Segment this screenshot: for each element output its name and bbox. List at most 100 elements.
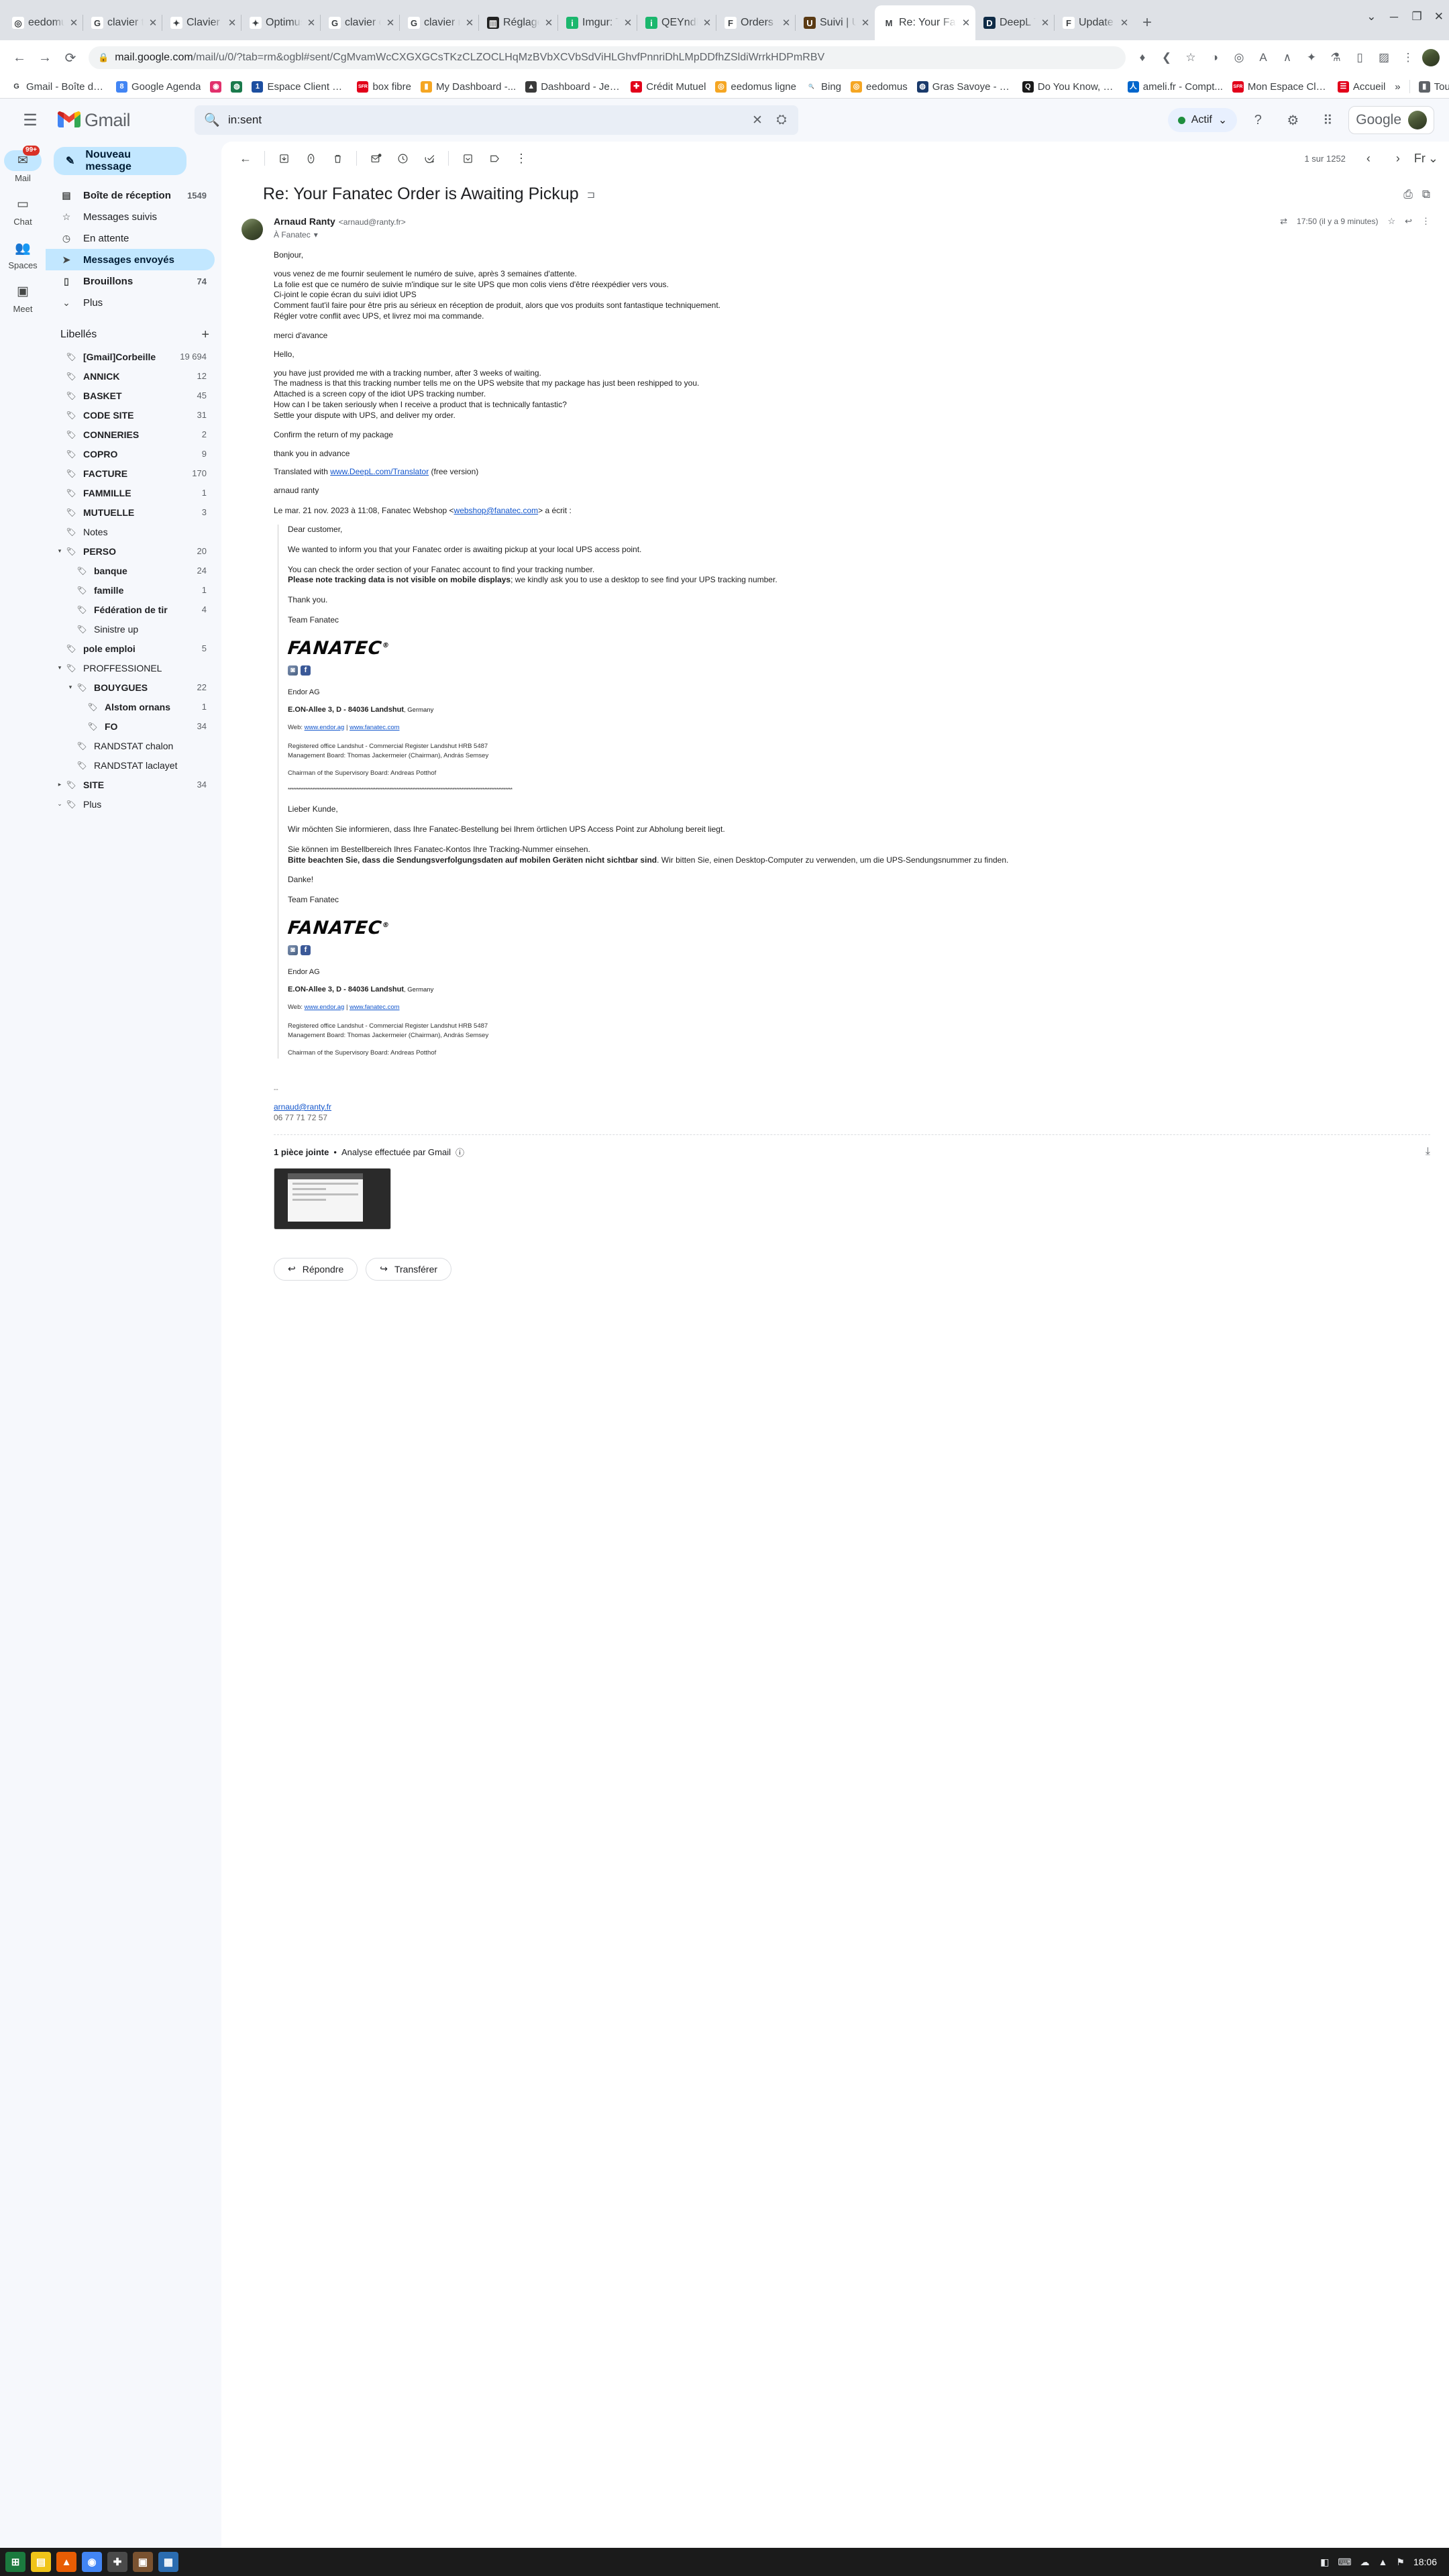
archive-icon[interactable] [270, 145, 297, 172]
next-message-icon[interactable]: › [1385, 145, 1411, 172]
browser-action-icon[interactable]: ▨ [1373, 46, 1395, 69]
back-icon[interactable]: ← [7, 45, 32, 70]
rail-item-spaces[interactable]: 👥 Spaces [2, 234, 44, 274]
endor-link-2[interactable]: www.endor.ag [305, 1004, 345, 1011]
bookmarks-overflow-button[interactable]: » [1390, 79, 1405, 95]
rail-item-meet[interactable]: ▣ Meet [2, 278, 44, 317]
label-item[interactable]: ▾ 🏷 BOUYGUES 22 [46, 678, 215, 697]
facebook-icon[interactable]: f [301, 665, 311, 676]
label-item[interactable]: 🏷 COPRO 9 [46, 444, 215, 464]
more-options-icon[interactable]: ⋮ [508, 145, 535, 172]
media-icon[interactable]: ▣ [133, 2552, 153, 2572]
star-icon[interactable]: ☆ [1387, 216, 1395, 227]
bookmark-item[interactable]: 8 Google Agenda [111, 79, 205, 95]
chrome-icon[interactable]: ◉ [82, 2552, 102, 2572]
close-tab-icon[interactable]: ✕ [385, 17, 396, 29]
prev-message-icon[interactable]: ‹ [1355, 145, 1382, 172]
browser-action-icon[interactable]: A [1252, 46, 1275, 69]
gear-icon[interactable]: ⚙ [1279, 106, 1307, 134]
bookmark-item[interactable]: ▲ Dashboard - Jee... [521, 79, 626, 95]
tray-icon-flag[interactable]: ⚑ [1396, 2557, 1405, 2568]
forward-button[interactable]: ↪ Transférer [366, 1257, 452, 1281]
reply-icon[interactable]: ↩ [1405, 216, 1412, 227]
rail-item-mail[interactable]: ✉ 99+ Mail [2, 146, 44, 186]
browser-tab[interactable]: F Orders | Cus ✕ [716, 5, 796, 40]
label-item[interactable]: 🏷 CONNERIES 2 [46, 425, 215, 444]
browser-action-icon[interactable]: ♦ [1131, 46, 1154, 69]
bookmark-item[interactable]: ✚ Crédit Mutuel [626, 79, 710, 95]
browser-tab[interactable]: Gclavier touc ✕ [83, 5, 162, 40]
browser-action-icon[interactable]: ∧ [1276, 46, 1299, 69]
download-all-icon[interactable]: ⤓ [1426, 1146, 1430, 1158]
label-item[interactable]: 🏷 CODE SITE 31 [46, 405, 215, 425]
browser-tab[interactable]: U Suivi | UPS - ✕ [795, 5, 875, 40]
new-tab-button[interactable]: + [1134, 9, 1161, 36]
browser-tab[interactable]: D DeepL Trad ✕ [975, 5, 1055, 40]
expand-caret-icon[interactable]: ▾ [66, 684, 75, 691]
fanatec-link-1[interactable]: www.fanatec.com [350, 724, 399, 731]
status-badge[interactable]: Actif ⌄ [1167, 108, 1238, 132]
reply-button[interactable]: ↩ Répondre [274, 1257, 358, 1281]
label-item[interactable]: 🏷 pole emploi 5 [46, 639, 215, 658]
back-to-list-button[interactable]: ← [232, 145, 259, 172]
label-item[interactable]: 🏷 banque 24 [46, 561, 215, 580]
sidebar-item-plus[interactable]: ⌄ Plus [46, 292, 215, 313]
browser-action-icon[interactable]: ⚗ [1324, 46, 1347, 69]
bookmark-item[interactable]: ◍ [226, 79, 247, 95]
calc-icon[interactable]: ▦ [158, 2552, 178, 2572]
browser-tab[interactable]: ✦ Optimus mi ✕ [241, 5, 321, 40]
forward-icon[interactable]: → [32, 45, 58, 70]
tab-list-button[interactable]: ⌄ [1366, 10, 1376, 23]
sidebar-item-messages-suivis[interactable]: ☆ Messages suivis [46, 206, 215, 227]
browser-tab[interactable]: ▥ Réglage Tri ✕ [478, 5, 558, 40]
vlc-icon[interactable]: ▲ [56, 2552, 76, 2572]
translate-icon[interactable]: ⇄ [1280, 216, 1287, 227]
expand-caret-icon[interactable]: ▸ [55, 781, 64, 788]
clear-search-icon[interactable]: ✕ [750, 113, 765, 128]
label-item[interactable]: 🏷 Fédération de tir 4 [46, 600, 215, 619]
sidebar-item-messages-envoy-s[interactable]: ➤ Messages envoyés [46, 249, 215, 270]
sender-email-link[interactable]: arnaud@ranty.fr [274, 1102, 331, 1112]
close-tab-icon[interactable]: ✕ [464, 17, 475, 29]
bookmark-item[interactable]: 人 ameli.fr - Compt... [1123, 79, 1228, 95]
tray-icon-volume[interactable]: ◧ [1320, 2557, 1329, 2568]
attachment-thumbnail[interactable] [274, 1167, 391, 1230]
close-tab-icon[interactable]: ✕ [961, 17, 971, 29]
label-item[interactable]: 🏷 RANDSTAT laclayet [46, 755, 215, 775]
close-tab-icon[interactable]: ✕ [1040, 17, 1051, 29]
label-item[interactable]: 🏷 famille 1 [46, 580, 215, 600]
close-tab-icon[interactable]: ✕ [68, 17, 79, 29]
label-item[interactable]: 🏷 Sinistre up [46, 619, 215, 639]
browser-action-icon[interactable]: ⋮ [1397, 46, 1419, 69]
endor-link-1[interactable]: www.endor.ag [305, 724, 345, 731]
inbox-icon[interactable]: ⊐ [587, 189, 596, 201]
browser-tab[interactable]: Gclavier oled ✕ [320, 5, 400, 40]
close-tab-icon[interactable]: ✕ [148, 17, 158, 29]
spam-icon[interactable] [297, 145, 324, 172]
label-item[interactable]: 🏷 FO 34 [46, 716, 215, 736]
browser-tab[interactable]: Gclavier rfact ✕ [399, 5, 479, 40]
bookmark-item[interactable]: ☰ Accueil [1333, 79, 1390, 95]
search-bar[interactable]: 🔍 in:sent ✕ ⛭ [195, 105, 798, 135]
trash-icon[interactable] [324, 145, 351, 172]
facebook-icon[interactable]: f [301, 945, 311, 955]
account-button[interactable]: Google [1348, 106, 1434, 134]
browser-action-icon[interactable]: ☆ [1179, 46, 1202, 69]
label-item[interactable]: 🏷 BASKET 45 [46, 386, 215, 405]
reload-icon[interactable]: ⟳ [58, 45, 83, 70]
tray-icon-keyboard[interactable]: ⌨ [1338, 2557, 1351, 2568]
label-item[interactable]: 🏷 MUTUELLE 3 [46, 502, 215, 522]
minimize-button[interactable]: － [1389, 8, 1400, 25]
close-tab-icon[interactable]: ✕ [1119, 17, 1130, 29]
webshop-email-link[interactable]: webshop@fanatec.com [454, 506, 539, 515]
close-tab-icon[interactable]: ✕ [623, 17, 633, 29]
label-item[interactable]: 🏷 [Gmail]Corbeille 19 694 [46, 347, 215, 366]
expand-caret-icon[interactable]: ⌄ [55, 800, 64, 808]
maximize-button[interactable]: ❐ [1412, 10, 1422, 23]
gmail-logo[interactable]: Gmail [46, 110, 160, 131]
label-item[interactable]: 🏷 ANNICK 12 [46, 366, 215, 386]
expand-caret-icon[interactable]: ▾ [55, 547, 64, 555]
label-item[interactable]: ▾ 🏷 PERSO 20 [46, 541, 215, 561]
fanatec-link-2[interactable]: www.fanatec.com [350, 1004, 399, 1011]
bookmark-item[interactable]: Q Do You Know, Do... [1018, 79, 1123, 95]
